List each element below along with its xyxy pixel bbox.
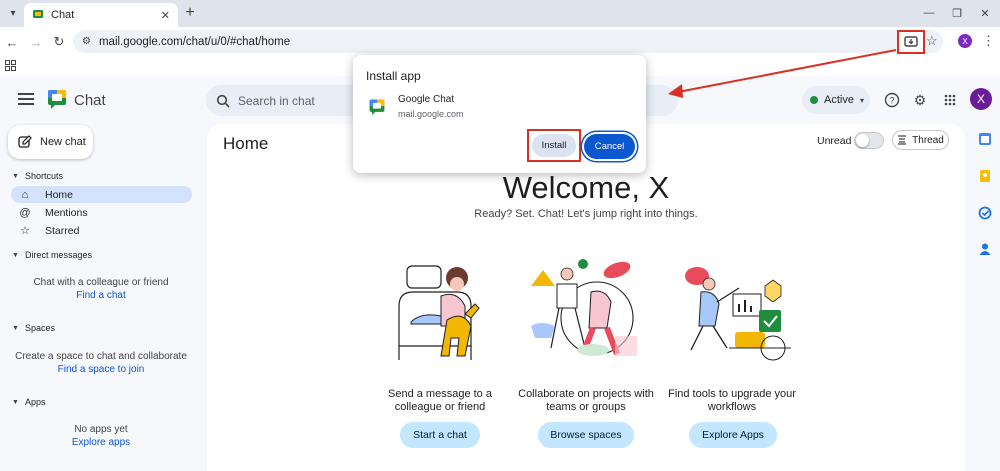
- tab-title: Chat: [51, 9, 75, 21]
- install-button[interactable]: Install: [532, 134, 576, 157]
- spaces-empty-note: Create a space to chat and collaborate: [15, 351, 187, 362]
- direct-messages-heading-label: Direct messages: [24, 250, 92, 260]
- start-a-chat-button[interactable]: Start a chat: [400, 422, 480, 448]
- toggle-knob: [856, 134, 869, 147]
- restore-icon[interactable]: ❐: [946, 4, 968, 22]
- star-icon: ☆: [20, 225, 30, 237]
- bookmark-star-icon[interactable]: ☆: [926, 33, 938, 49]
- install-button-highlight: Install: [527, 129, 581, 162]
- welcome-heading: Welcome, X: [502, 170, 670, 205]
- sidebar-item-label: Mentions: [45, 206, 88, 219]
- dialog-title: Install app: [366, 69, 421, 83]
- search-placeholder: Search in chat: [238, 93, 315, 108]
- spaces-heading[interactable]: ▼ Spaces: [12, 323, 55, 333]
- tasks-icon[interactable]: [978, 206, 992, 220]
- close-tab-icon[interactable]: ✕: [161, 9, 170, 22]
- search-icon: [216, 94, 230, 108]
- app-title: Chat: [74, 92, 106, 109]
- sidebar-item-starred[interactable]: ☆ Starred: [11, 222, 192, 239]
- browser-tab-strip: ▾ Chat ✕ + — ❐ ✕: [0, 0, 1000, 27]
- settings-gear-icon[interactable]: ⚙: [912, 92, 928, 108]
- google-chat-logo-icon: [48, 90, 66, 109]
- keep-icon[interactable]: [978, 169, 992, 183]
- account-avatar[interactable]: X: [970, 88, 992, 110]
- explore-apps-link[interactable]: Explore apps: [1, 437, 201, 448]
- back-icon[interactable]: ←: [3, 33, 21, 51]
- explore-apps-button[interactable]: Explore Apps: [689, 422, 777, 448]
- caret-down-icon: ▼: [12, 324, 19, 332]
- card-tools-text: Find tools to upgrade your workflows: [668, 388, 796, 413]
- welcome-subtitle: Ready? Set. Chat! Let's jump right into …: [474, 208, 698, 220]
- shortcuts-heading-label: Shortcuts: [24, 171, 63, 181]
- home-icon: ⌂: [21, 188, 29, 201]
- minimize-icon[interactable]: —: [918, 4, 940, 22]
- unread-toggle[interactable]: [854, 132, 884, 149]
- compose-icon: [18, 135, 32, 148]
- site-info-icon[interactable]: ⚙: [82, 36, 91, 47]
- chat-favicon-icon: [33, 10, 43, 18]
- close-window-icon[interactable]: ✕: [974, 4, 996, 22]
- thread-label: Thread: [912, 134, 944, 146]
- install-app-dialog: Install app Google Chat mail.google.com …: [353, 55, 646, 173]
- dm-empty-note: Chat with a colleague or friend: [33, 277, 169, 288]
- sidebar-item-home[interactable]: ⌂ Home: [11, 186, 192, 203]
- google-chat-logo-icon: [369, 99, 385, 116]
- collaborate-illustration: [531, 259, 637, 356]
- apps-illustration: [685, 267, 791, 361]
- main-menu-icon[interactable]: [18, 93, 34, 106]
- reload-icon[interactable]: ↻: [50, 33, 68, 51]
- new-tab-button[interactable]: +: [181, 4, 199, 22]
- annotation-arrow: [668, 49, 897, 98]
- unread-label: Unread: [817, 135, 852, 147]
- new-chat-button[interactable]: New chat: [8, 125, 93, 159]
- card-collaborate-text: Collaborate on projects with teams or gr…: [518, 388, 654, 413]
- install-app-icon[interactable]: [897, 30, 925, 54]
- shortcuts-heading[interactable]: ▼ Shortcuts: [12, 171, 63, 181]
- caret-down-icon: ▼: [12, 251, 19, 259]
- main-panel: Home Unread Thread Welcome, X Ready? Set…: [207, 124, 965, 471]
- direct-messages-heading[interactable]: ▼ Direct messages: [12, 250, 92, 260]
- apps-empty-note: No apps yet: [74, 424, 128, 435]
- contacts-icon[interactable]: [978, 242, 992, 256]
- apps-heading-label: Apps: [24, 397, 46, 407]
- browser-menu-icon[interactable]: ⋮: [982, 33, 995, 49]
- page-title: Home: [223, 134, 269, 153]
- new-chat-label: New chat: [40, 136, 86, 148]
- chat-illustration: [398, 265, 480, 360]
- forward-icon[interactable]: →: [27, 33, 45, 51]
- sidebar-item-label: Home: [45, 188, 74, 201]
- browser-profile-avatar[interactable]: X: [958, 34, 972, 48]
- dialog-app-name: Google Chat: [398, 94, 455, 105]
- browser-tab-chat[interactable]: Chat ✕: [24, 3, 178, 27]
- calendar-icon[interactable]: [978, 132, 992, 146]
- cancel-button[interactable]: Cancel: [584, 134, 635, 159]
- apps-heading[interactable]: ▼ Apps: [12, 397, 45, 407]
- find-a-chat-link[interactable]: Find a chat: [1, 290, 201, 301]
- find-a-space-link[interactable]: Find a space to join: [1, 364, 201, 375]
- thread-icon: [898, 135, 907, 145]
- install-monitor-icon: [904, 36, 918, 47]
- sidebar: New chat ▼ Shortcuts ⌂ Home @ Mentions ☆…: [0, 124, 200, 471]
- google-apps-icon[interactable]: [942, 92, 958, 108]
- card-start-chat-text: Send a message to a colleague or friend: [388, 388, 492, 413]
- thread-button[interactable]: Thread: [892, 130, 949, 150]
- apps-shortcut-icon[interactable]: [5, 60, 16, 71]
- caret-down-icon: ▼: [12, 172, 19, 180]
- dialog-app-origin: mail.google.com: [398, 109, 464, 119]
- sidebar-item-label: Starred: [45, 224, 80, 237]
- caret-down-icon: ▼: [12, 398, 19, 406]
- url-text: mail.google.com/chat/u/0/#chat/home: [98, 35, 291, 48]
- browse-spaces-button[interactable]: Browse spaces: [538, 422, 634, 448]
- tab-list-chevron-icon[interactable]: ▾: [5, 5, 21, 21]
- spaces-heading-label: Spaces: [24, 323, 55, 333]
- at-icon: @: [19, 206, 31, 219]
- sidebar-item-mentions[interactable]: @ Mentions: [11, 204, 192, 221]
